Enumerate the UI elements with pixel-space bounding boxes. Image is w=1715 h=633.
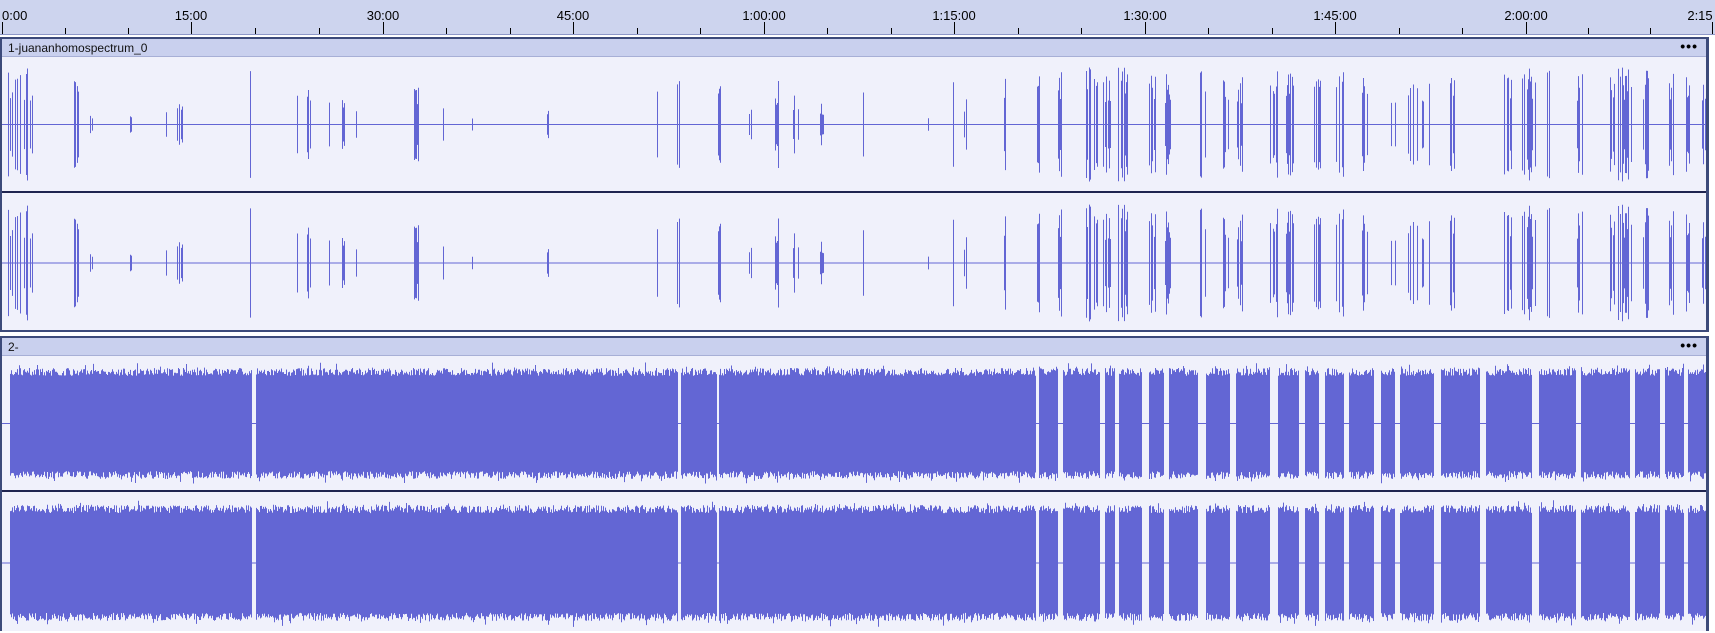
timeline-minor-tick: [446, 28, 447, 34]
timeline-label-105: 1:45:00: [1313, 8, 1357, 23]
waveform-right-channel[interactable]: [2, 493, 1706, 633]
timeline-minor-tick: [1081, 28, 1082, 34]
timeline-minor-tick: [637, 28, 638, 34]
timeline-label-45: 45:00: [556, 8, 590, 23]
timeline-minor-tick: [1399, 28, 1400, 34]
timeline-label-15: 15:00: [174, 8, 208, 23]
timeline-major-tick: [954, 22, 955, 34]
timeline-minor-tick: [255, 28, 256, 34]
timeline-label-75: 1:15:00: [932, 8, 976, 23]
timeline-label-30: 30:00: [366, 8, 400, 23]
timeline-minor-tick: [1272, 28, 1273, 34]
timeline-major-tick: [573, 22, 574, 34]
channel-divider: [2, 191, 1706, 193]
timeline-minor-tick: [700, 28, 701, 34]
audio-track-2[interactable]: 2- •••: [0, 336, 1709, 631]
track-name: 2-: [8, 340, 19, 354]
track-header-1[interactable]: 1-juananhomospectrum_0 •••: [2, 39, 1706, 57]
timeline-major-tick: [383, 22, 384, 34]
timeline-minor-tick: [891, 28, 892, 34]
timeline-minor-tick: [319, 28, 320, 34]
timeline-major-tick: [1145, 22, 1146, 34]
timeline-label-0: 0:00: [2, 8, 28, 23]
timeline-major-tick: [1712, 22, 1713, 34]
timeline-label-120: 2:00:00: [1504, 8, 1548, 23]
timeline-label-135: 2:15: [1687, 8, 1713, 23]
track-name: 1-juananhomospectrum_0: [8, 41, 148, 55]
waveform-left-channel[interactable]: [2, 356, 1706, 491]
timeline-major-tick: [1335, 22, 1336, 34]
timeline-minor-tick: [1650, 28, 1651, 34]
timeline-label-60: 1:00:00: [742, 8, 786, 23]
timeline-minor-tick: [1462, 28, 1463, 34]
timeline-minor-tick: [1208, 28, 1209, 34]
timeline-minor-tick: [128, 28, 129, 34]
waveform-svg: [2, 500, 1706, 627]
timeline-minor-tick: [510, 28, 511, 34]
waveform-svg: [2, 362, 1706, 484]
timeline-minor-tick: [827, 28, 828, 34]
timeline-major-tick: [191, 22, 192, 34]
waveform-right-channel[interactable]: [2, 194, 1706, 332]
timeline-minor-tick: [65, 28, 66, 34]
timeline-label-90: 1:30:00: [1123, 8, 1167, 23]
timeline-major-tick: [2, 22, 3, 34]
timeline-minor-tick: [1588, 28, 1589, 34]
timeline-major-tick: [764, 22, 765, 34]
waveform-svg: [2, 204, 1706, 322]
waveform-svg: [2, 67, 1706, 182]
more-options-icon[interactable]: •••: [1680, 338, 1698, 352]
timeline-ruler[interactable]: 0:00 15:00 30:00 45:00 1:00:00 1:15:00 1…: [0, 0, 1715, 35]
timeline-minor-tick: [1018, 28, 1019, 34]
track-header-2[interactable]: 2- •••: [2, 338, 1706, 356]
audio-track-1[interactable]: 1-juananhomospectrum_0 •••: [0, 37, 1709, 332]
waveform-left-channel[interactable]: [2, 57, 1706, 192]
timeline-major-tick: [1526, 22, 1527, 34]
channel-divider: [2, 490, 1706, 492]
more-options-icon[interactable]: •••: [1680, 39, 1698, 53]
